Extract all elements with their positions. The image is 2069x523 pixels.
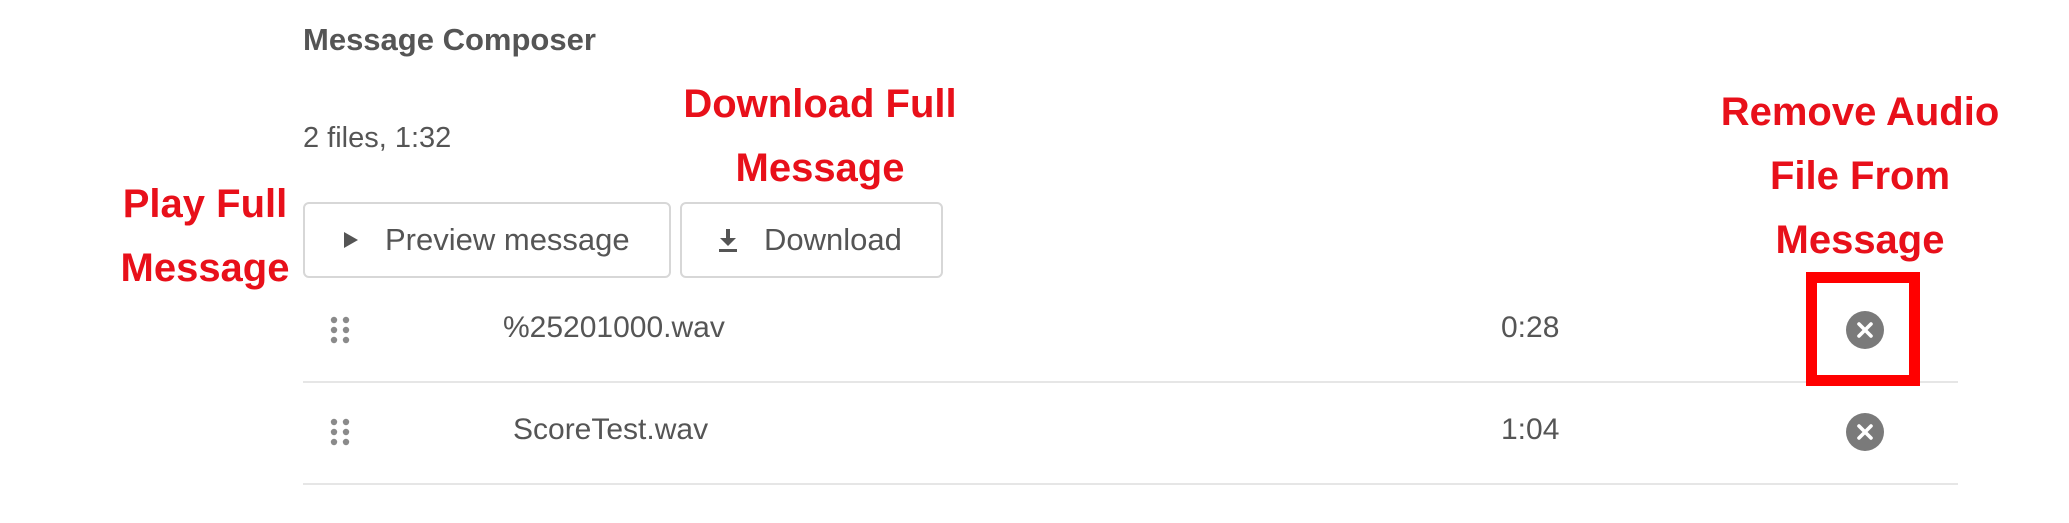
preview-message-label: Preview message [385, 222, 630, 257]
annotation-line: File From [1769, 154, 1951, 198]
preview-message-button[interactable]: Preview message [303, 202, 671, 278]
annotation-line: Message [1775, 218, 1945, 262]
download-label: Download [764, 222, 902, 257]
highlight-box [1806, 272, 1920, 386]
annotation-line: Play Full [122, 182, 288, 226]
file-row: ScoreTest.wav 1:04 [303, 383, 1958, 485]
download-icon [718, 228, 738, 252]
play-icon [343, 231, 359, 249]
annotation-line: Message [735, 146, 905, 190]
file-name: %25201000.wav [503, 311, 725, 344]
annotation-line: Download Full [683, 82, 957, 126]
annotation-download-full-message: Download Full Message [665, 72, 975, 200]
drag-handle-icon[interactable] [329, 315, 351, 345]
file-name: ScoreTest.wav [513, 413, 709, 446]
download-button[interactable]: Download [680, 202, 943, 278]
annotation-play-full-message: Play Full Message [100, 172, 310, 300]
composer-title: Message Composer [303, 22, 596, 57]
file-row: %25201000.wav 0:28 [303, 281, 1958, 383]
annotation-line: Remove Audio [1720, 90, 2000, 134]
composer-summary: 2 files, 1:32 [303, 122, 452, 154]
drag-handle-icon[interactable] [329, 417, 351, 447]
remove-circle-icon[interactable] [1846, 413, 1884, 451]
file-duration: 0:28 [1501, 311, 1560, 344]
annotation-line: Message [120, 246, 290, 290]
annotation-remove-audio-file: Remove Audio File From Message [1705, 80, 2015, 272]
file-duration: 1:04 [1501, 413, 1560, 446]
